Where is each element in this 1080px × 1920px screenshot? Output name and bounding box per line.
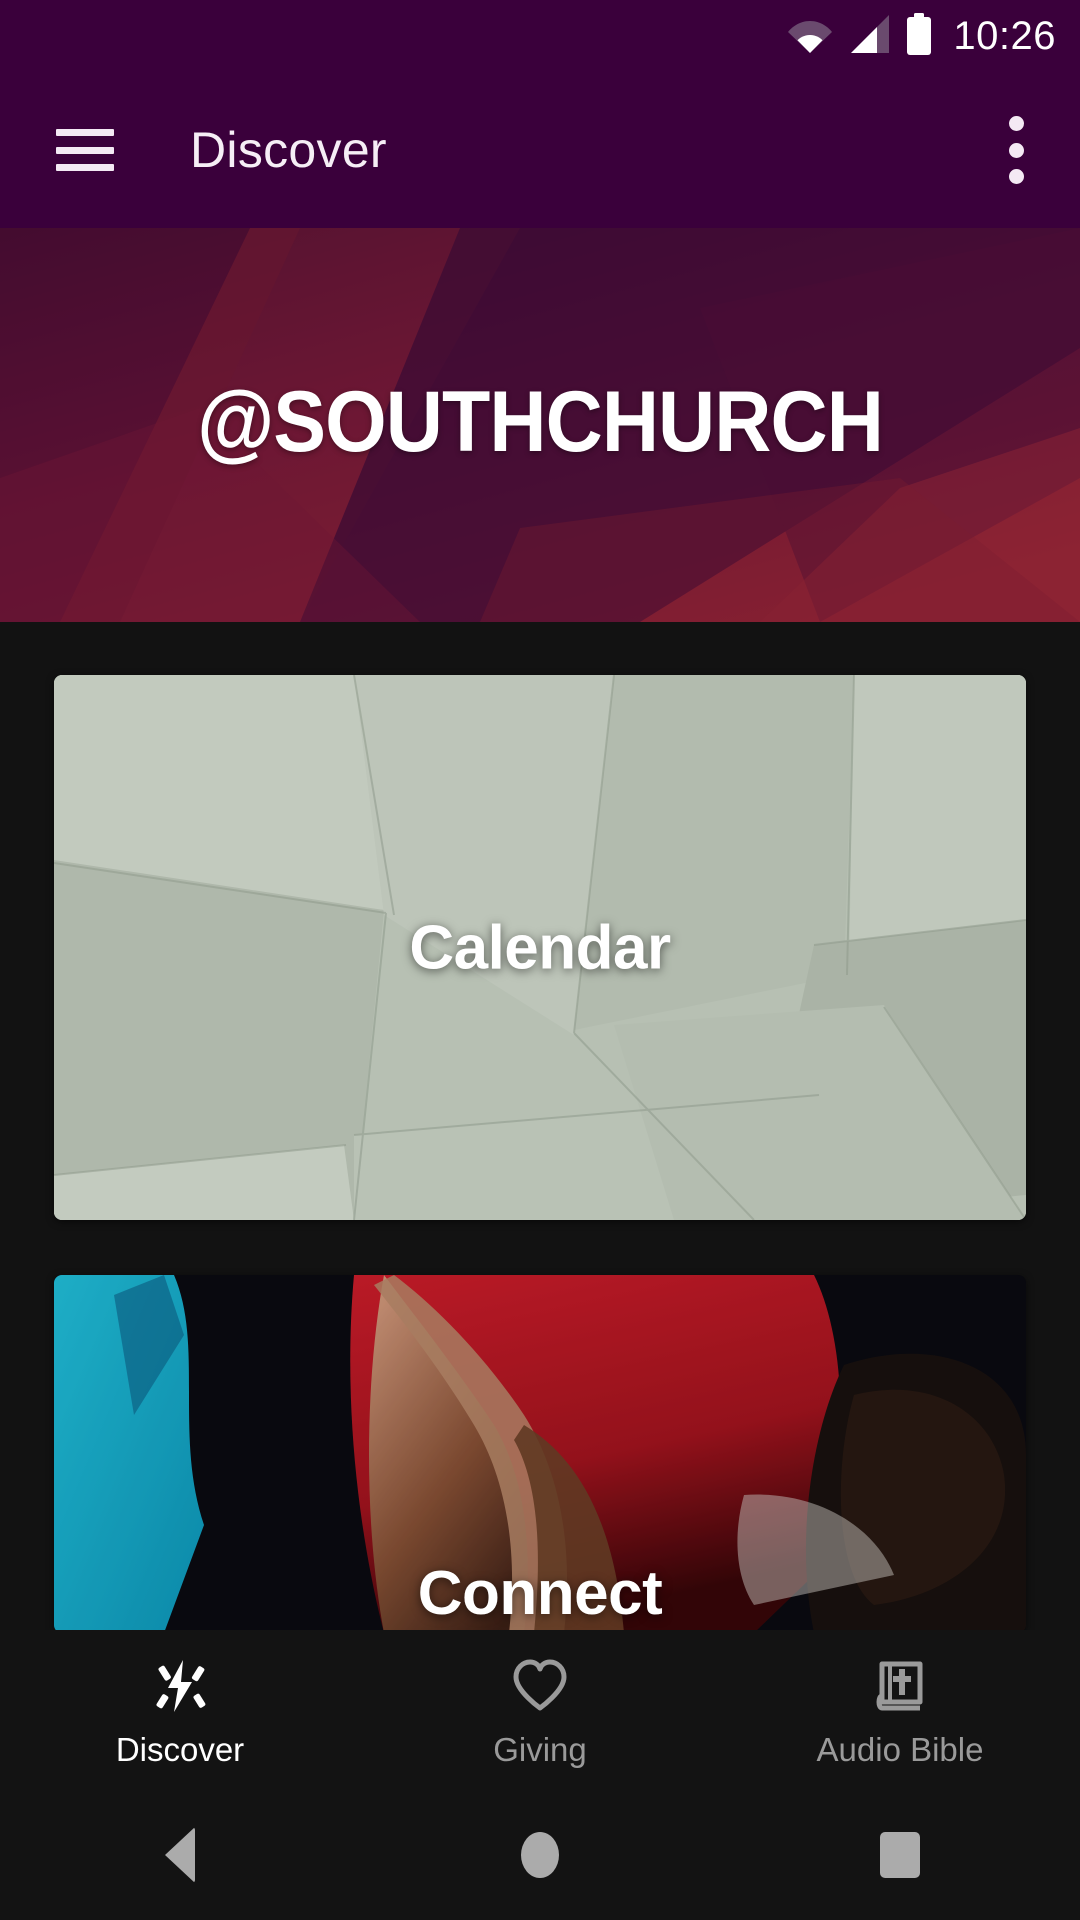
overflow-dot — [1008, 142, 1024, 158]
android-navigation-bar — [0, 1790, 1080, 1920]
bottom-tab-bar: Discover Giving Audio Bible — [0, 1630, 1080, 1790]
battery-full-icon — [905, 12, 933, 60]
tab-discover[interactable]: Discover — [0, 1630, 360, 1790]
wifi-icon — [787, 15, 833, 58]
bible-book-icon — [869, 1655, 931, 1717]
cellular-signal-icon — [847, 14, 891, 58]
discover-card-calendar[interactable]: Calendar — [54, 675, 1026, 1220]
square-recents-icon — [880, 1832, 920, 1878]
status-bar: 10:26 — [0, 0, 1080, 72]
tab-giving-label: Giving — [493, 1730, 587, 1768]
discover-card-connect[interactable]: Connect — [54, 1275, 1026, 1633]
triangle-back-icon — [165, 1827, 195, 1883]
hamburger-menu-icon[interactable] — [56, 129, 114, 171]
hamburger-line — [56, 146, 114, 154]
tab-audio-bible[interactable]: Audio Bible — [720, 1630, 1080, 1790]
nav-back-button[interactable] — [120, 1790, 240, 1920]
hamburger-line — [56, 129, 114, 136]
hero-title: @SOUTHCHURCH — [197, 373, 884, 470]
more-vertical-icon[interactable] — [988, 112, 1044, 188]
overflow-dot — [1008, 169, 1024, 184]
nav-home-button[interactable] — [480, 1790, 600, 1920]
nav-recents-button[interactable] — [840, 1790, 960, 1920]
overflow-dot — [1008, 116, 1024, 131]
tab-discover-label: Discover — [115, 1730, 245, 1768]
hero-banner[interactable]: @SOUTHCHURCH — [0, 228, 1080, 622]
page-title: Discover — [190, 122, 387, 178]
tab-audio-bible-label: Audio Bible — [816, 1730, 984, 1768]
app-root: 10:26 Discover @SOUTHCHURCH Calendar Con… — [0, 0, 1080, 1920]
app-bar: Discover — [0, 72, 1080, 228]
connect-card-label: Connect — [417, 1559, 663, 1628]
flash-sparkle-icon — [149, 1655, 211, 1717]
heart-outline-icon — [509, 1655, 571, 1717]
calendar-card-label: Calendar — [409, 913, 671, 982]
circle-home-icon — [521, 1832, 559, 1878]
tab-giving[interactable]: Giving — [360, 1630, 720, 1790]
status-bar-clock: 10:26 — [953, 14, 1056, 58]
hamburger-line — [56, 164, 114, 171]
